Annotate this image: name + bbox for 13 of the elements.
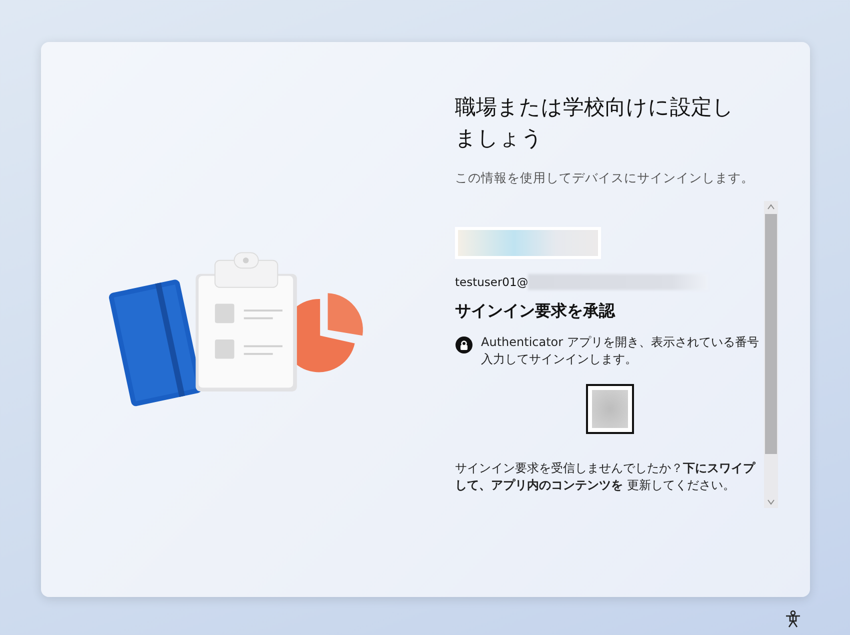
scrollbar[interactable]	[764, 201, 778, 508]
scroll-up-icon[interactable]	[767, 204, 775, 210]
scroll-thumb[interactable]	[765, 214, 777, 454]
page-title: 職場または学校向けに設定しましょう	[455, 94, 735, 152]
blurred-number-box	[586, 384, 634, 434]
instruction-text: Authenticator アプリを開き、表示されている番号入力してサインインします。	[481, 334, 760, 368]
section-heading: サインイン要求を承認	[455, 301, 616, 322]
subtitle-text: この情報を使用してデバイスにサインインします。	[455, 170, 755, 187]
email-text: testuser01@	[455, 275, 528, 289]
authenticator-lock-icon	[455, 336, 473, 354]
help-text: サインイン要求を受信しませんでしたか？下にスワイプして、アプリ内のコンテンツを 更新してください。	[455, 460, 756, 494]
accessibility-icon[interactable]	[785, 610, 801, 628]
scroll-down-icon[interactable]	[767, 499, 775, 505]
